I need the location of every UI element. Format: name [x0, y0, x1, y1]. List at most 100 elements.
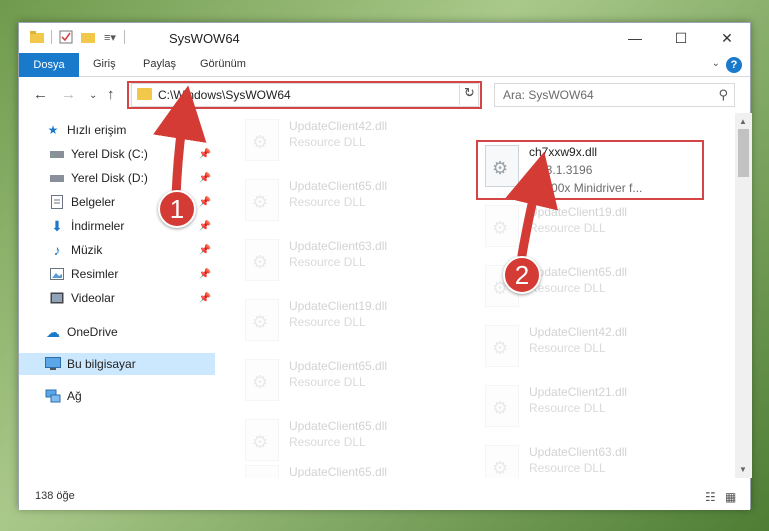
- close-button[interactable]: ✕: [704, 23, 750, 53]
- recent-locations-icon[interactable]: ⌄: [89, 90, 97, 101]
- scroll-thumb[interactable]: [738, 129, 749, 177]
- new-folder-icon[interactable]: [80, 29, 96, 45]
- file-item[interactable]: UpdateClient42.dll Resource DLL: [479, 321, 709, 381]
- sidebar-item-this-pc[interactable]: Bu bilgisayar: [19, 353, 215, 375]
- dll-file-icon: [245, 239, 279, 281]
- file-description: Resource DLL: [289, 135, 366, 149]
- sidebar-item-pictures[interactable]: Resimler 📌: [19, 263, 215, 285]
- sidebar-item-network[interactable]: Ağ: [19, 385, 215, 407]
- drive-icon: [49, 146, 65, 162]
- pin-icon[interactable]: 📌: [199, 221, 211, 232]
- videos-icon: [49, 290, 65, 306]
- large-icons-view-icon[interactable]: ▦: [725, 490, 736, 504]
- computer-icon: [45, 356, 61, 372]
- file-description: Resource DLL: [529, 461, 606, 475]
- forward-arrow-icon[interactable]: →: [61, 86, 76, 103]
- sidebar-item-label: Yerel Disk (C:): [71, 147, 148, 161]
- file-item[interactable]: UpdateClient65.dll Resource DLL: [239, 175, 469, 235]
- sidebar-item-label: Bu bilgisayar: [67, 357, 136, 371]
- dll-file-icon: [245, 465, 279, 478]
- divider: [51, 30, 52, 44]
- sidebar-item-label: Videolar: [71, 291, 115, 305]
- sidebar-item-music[interactable]: ♪ Müzik 📌: [19, 239, 215, 261]
- downloads-icon: ⬇: [51, 217, 63, 234]
- window-controls: — ☐ ✕: [612, 23, 750, 53]
- dll-file-icon: [485, 385, 519, 427]
- minimize-button[interactable]: —: [612, 23, 658, 53]
- file-description: Resource DLL: [289, 435, 366, 449]
- item-count: 138 öğe: [35, 490, 75, 502]
- tab-home[interactable]: Giriş: [93, 58, 116, 70]
- vertical-scrollbar[interactable]: ▲ ▼: [735, 113, 752, 478]
- scroll-up-icon[interactable]: ▲: [739, 117, 747, 126]
- file-name: UpdateClient19.dll: [529, 205, 628, 219]
- file-name: UpdateClient42.dll: [289, 119, 388, 133]
- file-item[interactable]: UpdateClient65.dll: [239, 461, 469, 478]
- search-icon[interactable]: ⚲: [718, 87, 728, 103]
- documents-icon: [49, 194, 65, 210]
- dll-file-icon: [485, 325, 519, 367]
- sidebar-item-videos[interactable]: Videolar 📌: [19, 287, 215, 309]
- file-description: Resource DLL: [529, 281, 606, 295]
- pin-icon[interactable]: 📌: [199, 197, 211, 208]
- help-icon[interactable]: ?: [726, 57, 742, 73]
- file-description: Resource DLL: [529, 341, 606, 355]
- customize-toolbar-icon[interactable]: ≡▾: [102, 29, 118, 45]
- pin-icon[interactable]: 📌: [199, 269, 211, 280]
- file-name: UpdateClient42.dll: [529, 325, 628, 339]
- file-description: Resource DLL: [289, 315, 366, 329]
- file-description: Resource DLL: [289, 375, 366, 389]
- file-name: UpdateClient63.dll: [289, 239, 388, 253]
- sidebar-item-drive-c[interactable]: Yerel Disk (C:) 📌: [19, 143, 215, 165]
- cloud-icon: ☁: [46, 323, 60, 340]
- expand-ribbon-icon[interactable]: ⌄: [712, 58, 720, 69]
- file-item[interactable]: UpdateClient63.dll Resource DLL: [479, 441, 709, 478]
- tab-file[interactable]: Dosya: [19, 53, 79, 77]
- sidebar-item-label: Belgeler: [71, 195, 116, 209]
- file-item[interactable]: UpdateClient63.dll Resource DLL: [239, 235, 469, 295]
- dll-file-icon: [245, 179, 279, 221]
- maximize-button[interactable]: ☐: [658, 23, 704, 53]
- file-description: Resource DLL: [529, 221, 606, 235]
- sidebar-item-drive-d[interactable]: Yerel Disk (D:) 📌: [19, 167, 215, 189]
- search-placeholder: Ara: SysWOW64: [503, 88, 594, 102]
- sidebar-item-label: Müzik: [71, 243, 103, 257]
- dll-file-icon: [245, 119, 279, 161]
- pin-icon[interactable]: 📌: [199, 245, 211, 256]
- file-name: UpdateClient65.dll: [529, 265, 628, 279]
- details-view-icon[interactable]: ☷: [705, 490, 716, 504]
- dll-file-icon: [245, 299, 279, 341]
- pin-icon[interactable]: 📌: [199, 149, 211, 160]
- file-name: UpdateClient65.dll: [289, 419, 388, 433]
- sidebar-item-quick-access[interactable]: ★ Hızlı erişim: [19, 119, 215, 141]
- scroll-down-icon[interactable]: ▼: [739, 465, 747, 474]
- pin-icon[interactable]: 📌: [199, 293, 211, 304]
- folder-icon: [29, 29, 45, 45]
- file-item[interactable]: UpdateClient19.dll Resource DLL: [239, 295, 469, 355]
- tab-view[interactable]: Görünüm: [200, 58, 246, 70]
- file-highlight-box: [476, 140, 704, 200]
- file-description: Resource DLL: [289, 255, 366, 269]
- back-arrow-icon[interactable]: ←: [33, 86, 48, 103]
- status-bar: 138 öğe ☷ ▦: [19, 478, 750, 510]
- tab-share[interactable]: Paylaş: [143, 58, 176, 70]
- file-name: UpdateClient21.dll: [529, 385, 628, 399]
- file-item[interactable]: UpdateClient42.dll Resource DLL: [239, 115, 469, 175]
- file-item[interactable]: UpdateClient19.dll Resource DLL: [479, 201, 709, 261]
- music-icon: ♪: [53, 242, 61, 258]
- pin-icon[interactable]: 📌: [199, 173, 211, 184]
- explorer-window: ≡▾ SysWOW64 — ☐ ✕ Dosya Giriş Paylaş Gör…: [18, 22, 752, 510]
- file-description: Resource DLL: [529, 401, 606, 415]
- step-1-badge: 1: [158, 190, 196, 228]
- quick-access-toolbar: ≡▾: [29, 29, 125, 45]
- search-box[interactable]: Ara: SysWOW64 ⚲: [494, 83, 735, 107]
- properties-icon[interactable]: [58, 29, 74, 45]
- address-highlight-box: [127, 81, 482, 109]
- sidebar-item-label: Ağ: [67, 389, 82, 403]
- dll-file-icon: [245, 419, 279, 461]
- file-item[interactable]: UpdateClient21.dll Resource DLL: [479, 381, 709, 441]
- up-arrow-icon[interactable]: ↑: [107, 86, 115, 103]
- sidebar-item-onedrive[interactable]: ☁ OneDrive: [19, 321, 215, 343]
- file-item[interactable]: UpdateClient65.dll Resource DLL: [239, 355, 469, 415]
- step-2-badge: 2: [503, 256, 541, 294]
